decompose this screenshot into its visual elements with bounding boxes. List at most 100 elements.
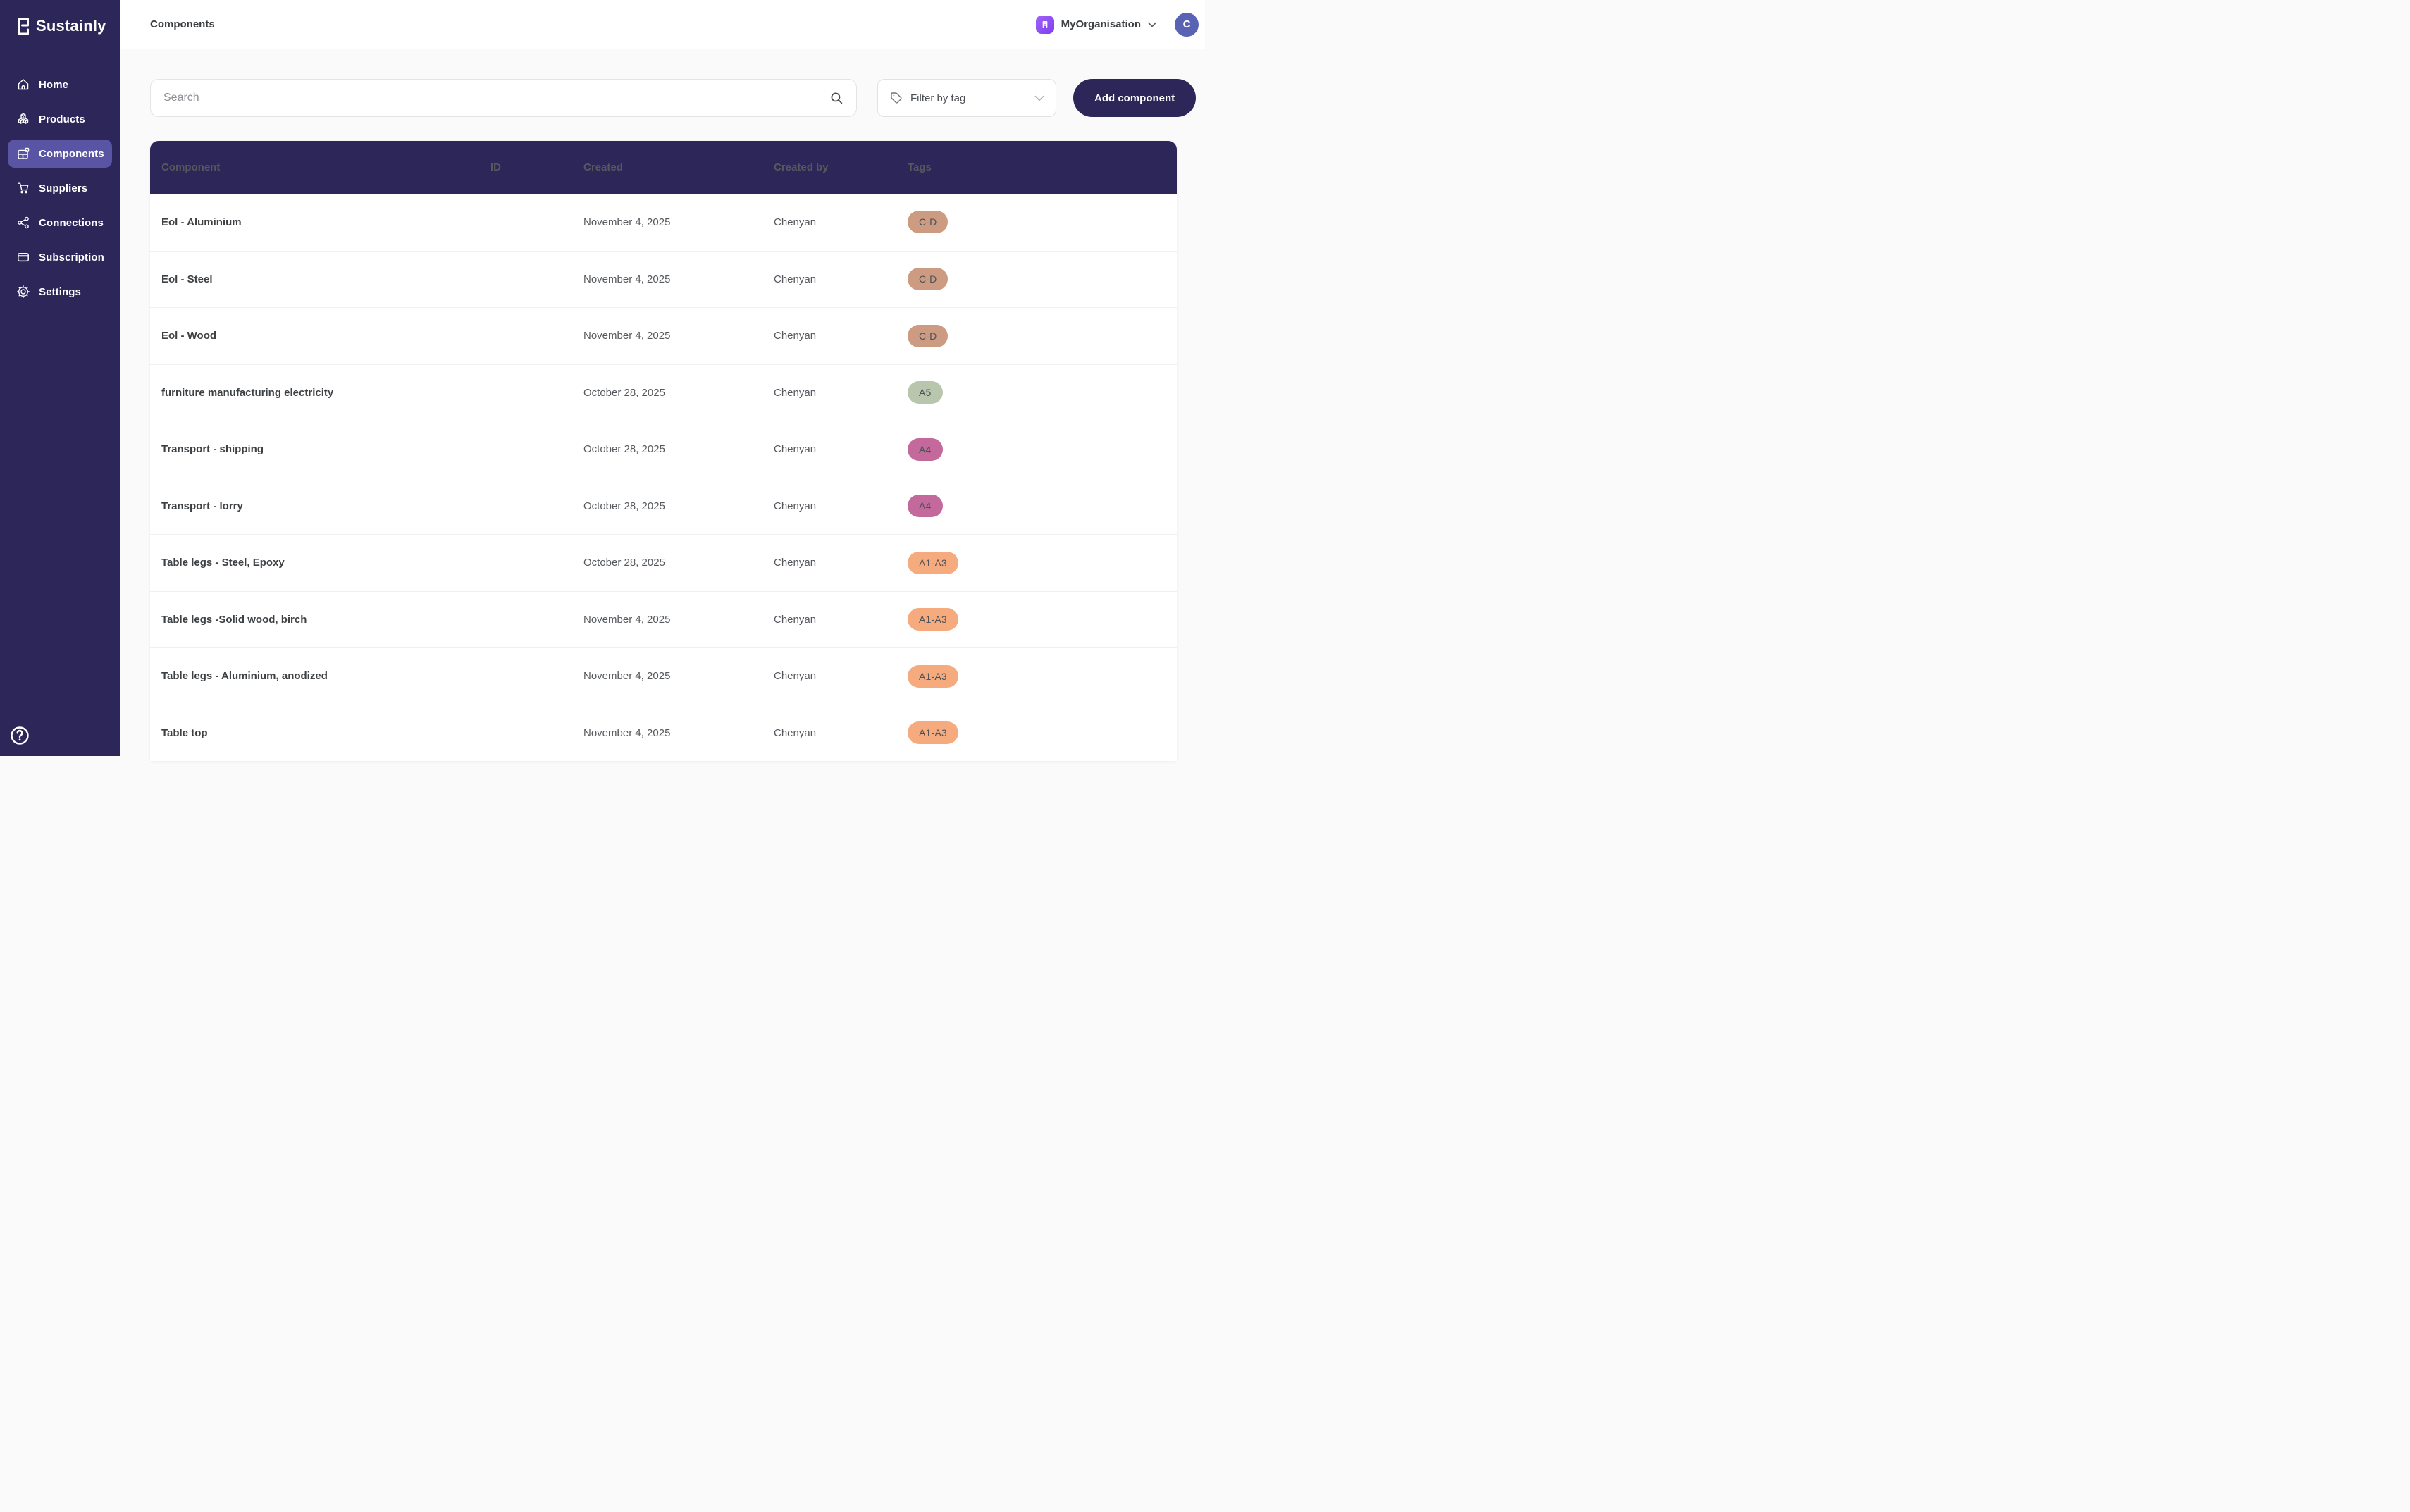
table-row[interactable]: Eol - Steel November 4, 2025 Chenyan C-D — [150, 251, 1177, 308]
component-name-cell: furniture manufacturing electricity — [161, 387, 490, 399]
tag-badge: A4 — [908, 438, 943, 461]
sidebar-item-label: Subscription — [39, 252, 104, 264]
created-by-cell: Chenyan — [774, 557, 908, 569]
created-date-cell: November 4, 2025 — [583, 670, 774, 682]
tag-badge: A5 — [908, 381, 943, 404]
created-by-cell: Chenyan — [774, 216, 908, 228]
tags-cell: A1-A3 — [908, 608, 1177, 631]
component-name-cell: Table legs - Steel, Epoxy — [161, 557, 490, 569]
sidebar-nav: Home Products Components Suppliers — [0, 70, 120, 306]
grid-icon — [16, 147, 30, 161]
column-header-created: Created — [583, 161, 774, 173]
page-title: Components — [150, 18, 215, 30]
tag-badge: A1-A3 — [908, 552, 958, 574]
created-date-cell: October 28, 2025 — [583, 500, 774, 512]
tags-cell: A1-A3 — [908, 665, 1177, 688]
created-date-cell: October 28, 2025 — [583, 387, 774, 399]
credit-card-icon — [16, 250, 30, 264]
created-date-cell: November 4, 2025 — [583, 273, 774, 285]
created-by-cell: Chenyan — [774, 670, 908, 682]
column-header-tags: Tags — [908, 161, 1177, 173]
table-row[interactable]: Table legs -Solid wood, birch November 4… — [150, 591, 1177, 648]
filter-label: Filter by tag — [910, 92, 965, 104]
toolbar: Filter by tag Add component — [150, 79, 1205, 117]
component-name-cell: Eol - Steel — [161, 273, 490, 285]
sidebar-item-label: Suppliers — [39, 182, 87, 194]
help-button[interactable] — [8, 724, 32, 748]
table-header: Component ID Created Created by Tags — [150, 141, 1177, 194]
created-date-cell: November 4, 2025 — [583, 330, 774, 342]
tags-cell: C-D — [908, 211, 1177, 233]
help-icon — [8, 724, 31, 747]
organisation-selector[interactable]: MyOrganisation — [1036, 16, 1175, 34]
tag-badge: A4 — [908, 495, 943, 517]
search-icon — [829, 91, 844, 109]
sustainly-logo-icon — [14, 16, 33, 37]
sidebar-item-label: Products — [39, 113, 85, 125]
sidebar-item-subscription[interactable]: Subscription — [8, 243, 112, 271]
sidebar-item-suppliers[interactable]: Suppliers — [8, 174, 112, 202]
app-logo: Sustainly — [0, 0, 120, 37]
created-date-cell: November 4, 2025 — [583, 614, 774, 626]
tags-cell: A1-A3 — [908, 552, 1177, 574]
chevron-down-icon — [1148, 22, 1156, 27]
created-by-cell: Chenyan — [774, 387, 908, 399]
created-by-cell: Chenyan — [774, 614, 908, 626]
user-avatar[interactable]: C — [1175, 13, 1199, 37]
sidebar-item-label: Home — [39, 79, 68, 91]
chevron-down-icon — [1034, 95, 1044, 101]
tag-badge: A1-A3 — [908, 721, 958, 744]
component-name-cell: Table legs -Solid wood, birch — [161, 614, 490, 626]
table-row[interactable]: Table legs - Aluminium, anodized Novembe… — [150, 647, 1177, 705]
tags-cell: A4 — [908, 438, 1177, 461]
tag-badge: A1-A3 — [908, 608, 958, 631]
sidebar-item-settings[interactable]: Settings — [8, 278, 112, 306]
filter-by-tag-dropdown[interactable]: Filter by tag — [877, 79, 1056, 117]
organisation-icon — [1036, 16, 1054, 34]
tags-cell: A5 — [908, 381, 1177, 404]
sidebar-item-products[interactable]: Products — [8, 105, 112, 133]
add-component-button[interactable]: Add component — [1073, 79, 1196, 117]
tags-cell: C-D — [908, 325, 1177, 347]
content: Filter by tag Add component Component ID… — [120, 49, 1205, 761]
gear-icon — [16, 285, 30, 299]
created-date-cell: November 4, 2025 — [583, 727, 774, 739]
table-row[interactable]: Eol - Aluminium November 4, 2025 Chenyan… — [150, 194, 1177, 251]
tag-badge: C-D — [908, 211, 948, 233]
sidebar: Sustainly Home Products Components — [0, 0, 120, 756]
component-name-cell: Transport - lorry — [161, 500, 490, 512]
component-name-cell: Table top — [161, 727, 490, 739]
sidebar-item-components[interactable]: Components — [8, 140, 112, 168]
table-row[interactable]: Eol - Wood November 4, 2025 Chenyan C-D — [150, 307, 1177, 364]
table-row[interactable]: Table top November 4, 2025 Chenyan A1-A3 — [150, 705, 1177, 762]
table-body: Eol - Aluminium November 4, 2025 Chenyan… — [150, 194, 1177, 761]
components-table: Component ID Created Created by Tags Eol… — [150, 141, 1177, 761]
table-row[interactable]: furniture manufacturing electricity Octo… — [150, 364, 1177, 421]
share-icon — [16, 216, 30, 230]
table-row[interactable]: Transport - lorry October 28, 2025 Cheny… — [150, 478, 1177, 535]
column-header-created-by: Created by — [774, 161, 908, 173]
search-input[interactable] — [150, 79, 857, 117]
component-name-cell: Transport - shipping — [161, 443, 490, 455]
component-name-cell: Table legs - Aluminium, anodized — [161, 670, 490, 682]
table-row[interactable]: Transport - shipping October 28, 2025 Ch… — [150, 421, 1177, 478]
cart-icon — [16, 181, 30, 195]
tags-cell: A1-A3 — [908, 721, 1177, 744]
created-date-cell: November 4, 2025 — [583, 216, 774, 228]
column-header-component: Component — [161, 161, 490, 173]
component-name-cell: Eol - Aluminium — [161, 216, 490, 228]
created-by-cell: Chenyan — [774, 330, 908, 342]
created-date-cell: October 28, 2025 — [583, 443, 774, 455]
topbar: Components MyOrganisation C — [120, 0, 1205, 49]
created-by-cell: Chenyan — [774, 500, 908, 512]
app-name: Sustainly — [36, 17, 106, 35]
tag-badge: C-D — [908, 268, 948, 290]
sidebar-item-label: Components — [39, 148, 104, 160]
sidebar-item-connections[interactable]: Connections — [8, 209, 112, 237]
home-icon — [16, 78, 30, 92]
sidebar-item-home[interactable]: Home — [8, 70, 112, 99]
created-date-cell: October 28, 2025 — [583, 557, 774, 569]
column-header-id: ID — [490, 161, 583, 173]
table-row[interactable]: Table legs - Steel, Epoxy October 28, 20… — [150, 534, 1177, 591]
main-area: Components MyOrganisation C — [120, 0, 1205, 756]
